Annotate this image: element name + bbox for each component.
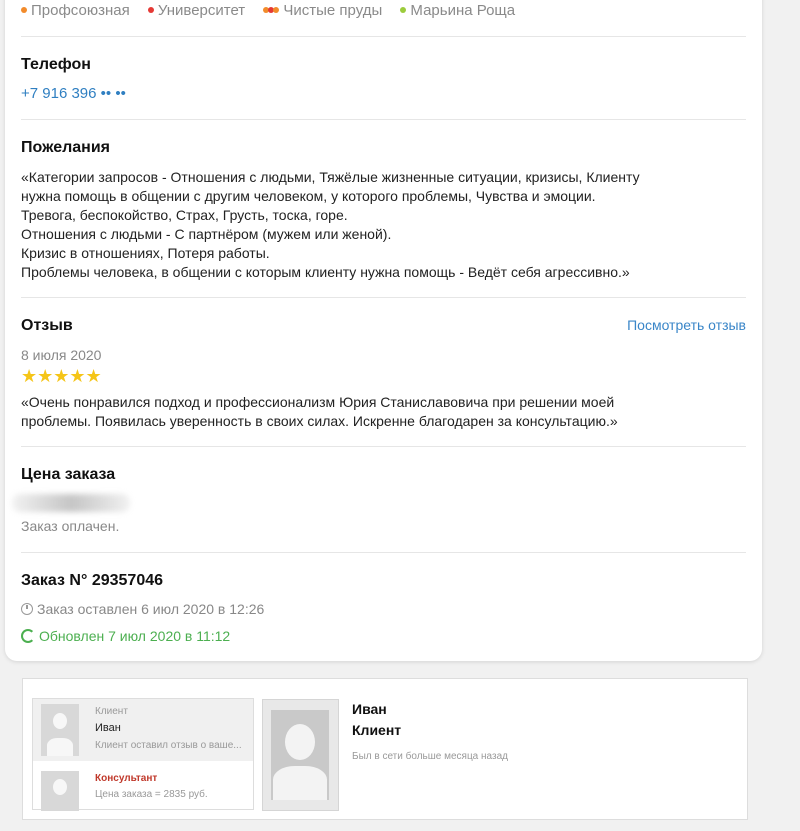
- refresh-icon: [21, 629, 35, 644]
- phone-number[interactable]: +7 916 396 •• ••: [21, 85, 126, 102]
- order-title: Заказ N° 29357046: [21, 572, 164, 589]
- metro-station: Чистые пруды: [263, 2, 382, 19]
- review-date: 8 июля 2020: [21, 347, 102, 363]
- order-updated: Обновлен 7 июл 2020 в 11:12: [21, 627, 230, 646]
- metro-line-icon: [21, 7, 27, 14]
- wishes-text: «Категории запросов - Отношения с людьми…: [21, 169, 640, 280]
- profile-role: Клиент: [352, 722, 402, 738]
- metro-line-icon: [147, 7, 154, 14]
- metro-station: Профсоюзная: [21, 2, 130, 19]
- profile-avatar: [262, 699, 339, 811]
- metro-lines-icon: [263, 2, 283, 19]
- clock-icon: [21, 603, 33, 616]
- review-heading: Отзыв: [21, 317, 73, 334]
- divider: [21, 446, 746, 447]
- metro-stations: Профсоюзная Университет Чистые пруды Мар…: [21, 2, 529, 19]
- dialog-list: Клиент Иван Клиент оставил отзыв о ваше.…: [32, 698, 254, 811]
- payment-status: Заказ оплачен.: [21, 518, 120, 534]
- avatar: [41, 771, 79, 811]
- blurred-price: [12, 494, 130, 512]
- metro-station: Марьина Роща: [400, 2, 515, 19]
- metro-station: Университет: [147, 2, 245, 19]
- avatar: [41, 704, 79, 756]
- order-created: Заказ оставлен 6 июл 2020 в 12:26: [21, 600, 264, 619]
- view-review-link[interactable]: Посмотреть отзыв: [627, 317, 746, 333]
- rating-stars: ★★★★★: [21, 366, 102, 386]
- dialog-item-client[interactable]: Клиент Иван Клиент оставил отзыв о ваше.…: [33, 699, 253, 761]
- last-seen: Был в сети больше месяца назад: [352, 751, 508, 762]
- divider: [21, 297, 746, 298]
- dialog-item-consultant[interactable]: Консультант Цена заказа = 2835 руб.: [33, 769, 253, 831]
- metro-line-icon: [400, 7, 407, 14]
- phone-heading: Телефон: [21, 56, 91, 73]
- divider: [21, 552, 746, 553]
- divider: [21, 119, 746, 120]
- review-text: «Очень понравился подход и профессионали…: [21, 394, 618, 429]
- profile-name: Иван: [352, 701, 387, 717]
- wishes-heading: Пожелания: [21, 139, 110, 156]
- price-heading: Цена заказа: [21, 466, 116, 483]
- divider: [21, 36, 746, 37]
